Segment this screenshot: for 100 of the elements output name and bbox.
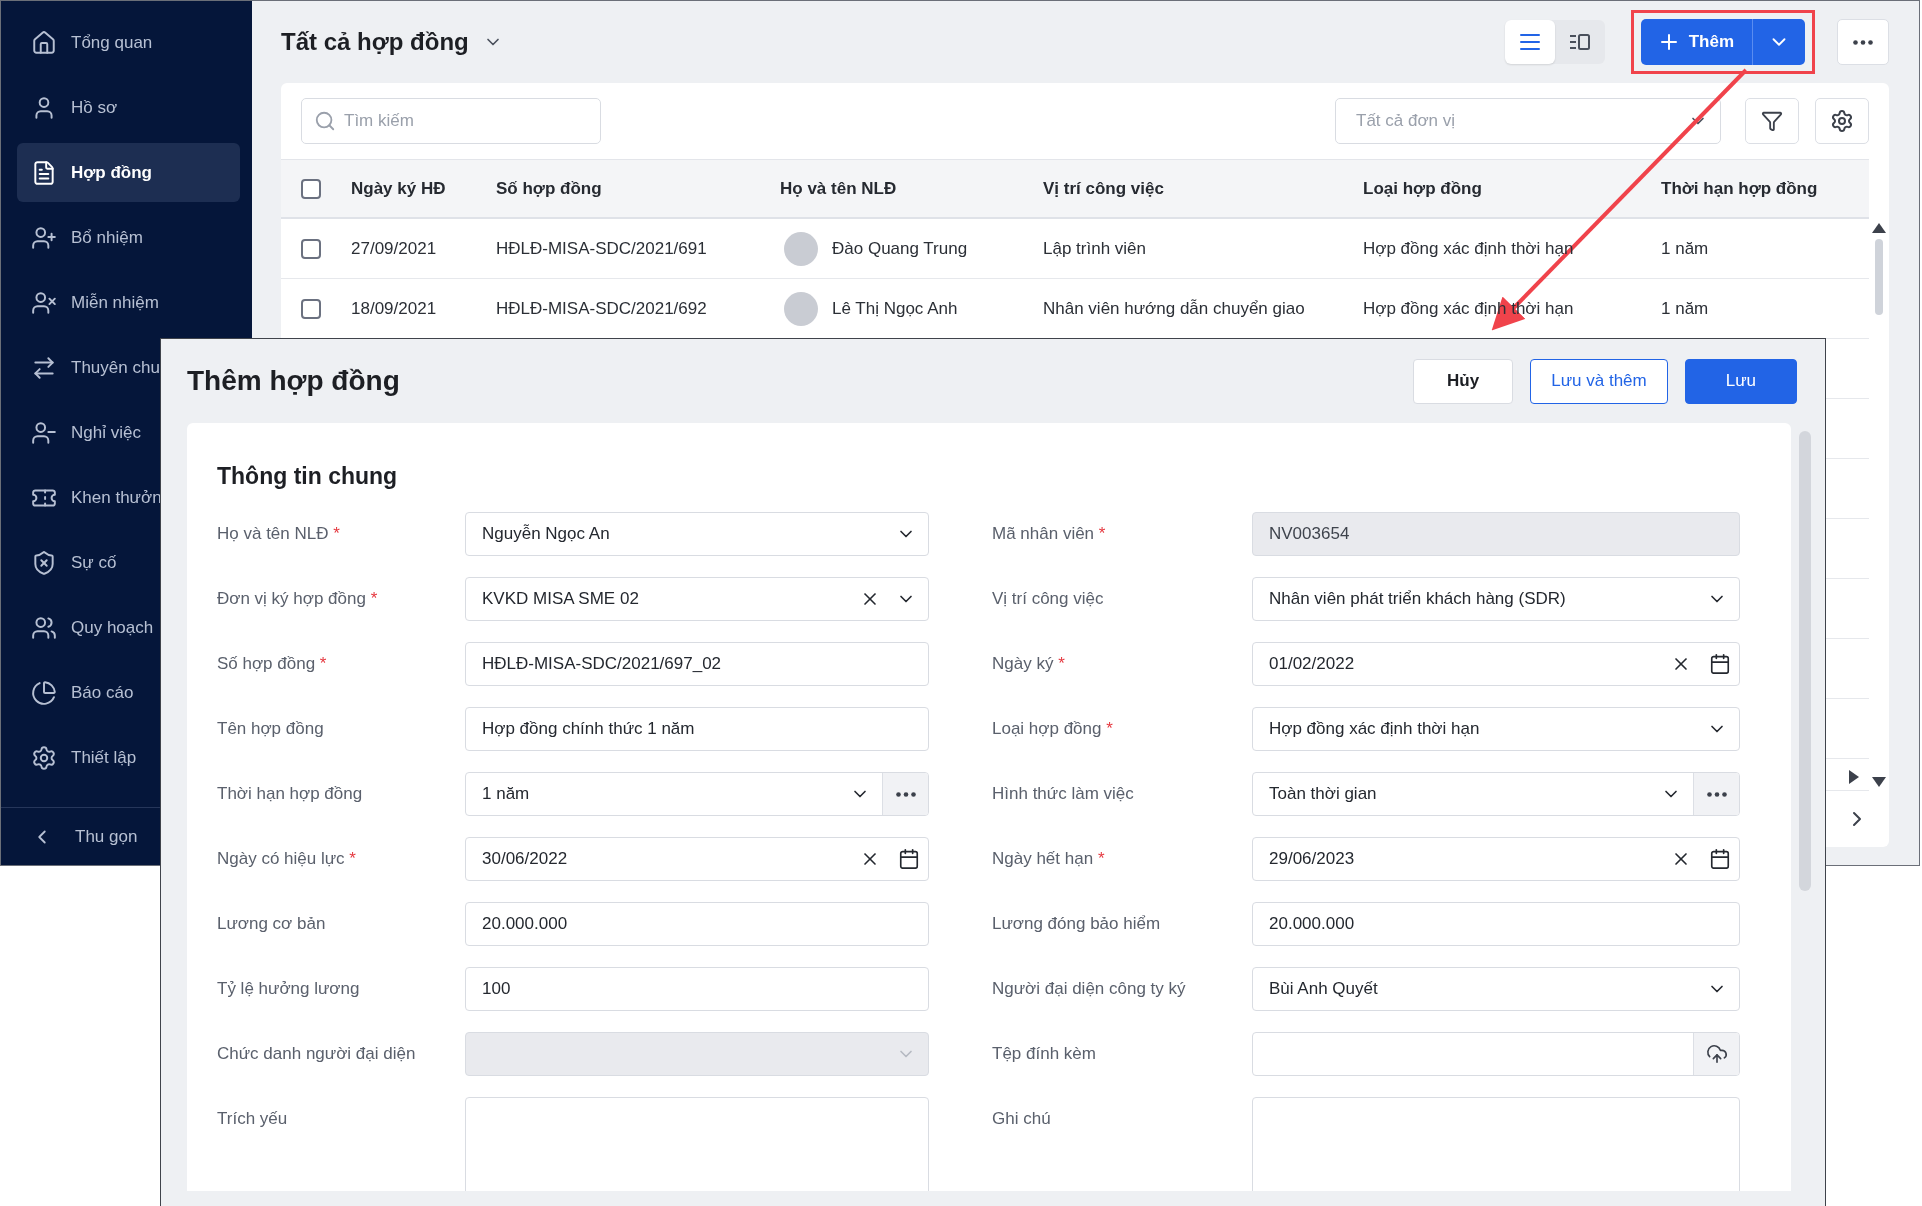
text-field[interactable]: 100 (465, 967, 929, 1011)
field-label: Đơn vị ký hợp đồng * (217, 589, 379, 609)
upload-button[interactable] (1693, 1033, 1739, 1075)
dialog-title: Thêm hợp đồng (187, 365, 401, 397)
text-field[interactable]: 20.000.000 (1252, 902, 1740, 946)
checkbox[interactable] (301, 178, 321, 199)
arrows-icon (31, 354, 57, 381)
text-field[interactable]: Hợp đồng chính thức 1 năm (465, 707, 929, 751)
more-button[interactable] (882, 773, 928, 815)
field-label: Hình thức làm việc (992, 784, 1135, 804)
table-cell: Lê Thị Ngọc Anh (832, 298, 958, 319)
more-icon (1853, 39, 1873, 45)
field-label: Số hợp đồng * (217, 654, 328, 674)
date-field[interactable]: 01/02/2022 (1252, 642, 1740, 686)
dialog-button[interactable]: Lưu (1684, 358, 1797, 404)
filter-icon (1761, 110, 1783, 132)
more-icon (895, 791, 916, 797)
dialog-button[interactable]: Lưu và thêm (1530, 358, 1668, 404)
textarea-field[interactable] (465, 1097, 929, 1191)
field-label: Tên hợp đồng (217, 719, 325, 739)
cloud-upload-icon (1705, 1043, 1728, 1065)
column-header[interactable]: Họ và tên NLĐ (780, 178, 1043, 199)
calendar-icon[interactable] (898, 848, 920, 870)
select-field[interactable]: KVKD MISA SME 02 (465, 577, 929, 621)
more-icon (1706, 791, 1727, 797)
sidebar-item[interactable]: Hồ sơ (17, 78, 240, 137)
more-button[interactable] (1693, 773, 1739, 815)
dialog-button[interactable]: Hủy (1413, 358, 1514, 404)
field-label: Lương cơ bản (217, 914, 327, 934)
table-cell: Đào Quang Trung (832, 238, 968, 259)
column-header[interactable]: Vị trí công việc (1043, 178, 1363, 199)
column-header[interactable]: Loại hợp đồng (1363, 178, 1661, 199)
select-field[interactable]: Toàn thời gian (1252, 772, 1740, 816)
shield-icon (31, 549, 57, 576)
view-toggle[interactable] (1504, 20, 1555, 64)
settings-button[interactable] (1815, 98, 1869, 144)
table-cell-text: Hợp đồng xác định thời hạn (1363, 238, 1575, 259)
sidebar-item[interactable]: Hợp đồng (17, 143, 240, 202)
scroll-down-icon[interactable] (1872, 777, 1886, 787)
table-cell-text: 18/09/2021 (351, 298, 438, 319)
field-label: Trích yếu (217, 1108, 289, 1129)
date-field[interactable]: 30/06/2022 (465, 837, 929, 881)
field-label: Mã nhân viên * (992, 524, 1107, 544)
field-label: Tỷ lệ hưởng lương (217, 979, 361, 999)
section-title: Thông tin chung (217, 463, 399, 490)
calendar-icon[interactable] (1709, 848, 1731, 870)
table-cell-text: Nhân viên hướng dẫn chuyển giao (1043, 298, 1306, 319)
table-cell-text: Lập trình viên (1043, 238, 1147, 259)
field-label: Chức danh người đại diện (217, 1044, 417, 1064)
add-button[interactable]: Thêm (1640, 19, 1753, 65)
scrollbar[interactable] (1799, 431, 1811, 891)
column-header[interactable]: Số hợp đồng (496, 178, 780, 199)
textarea-field[interactable] (1252, 1097, 1740, 1191)
sidebar-item[interactable]: Miễn nhiệm (17, 273, 240, 332)
column-header[interactable]: Ngày ký HĐ (351, 178, 496, 199)
settings-icon (31, 744, 57, 771)
split-view-icon (1567, 32, 1592, 52)
page-title[interactable]: Tất cả hợp đồng (281, 28, 469, 56)
home-icon (31, 29, 57, 56)
user-plus-icon (31, 224, 57, 251)
search-icon (314, 110, 336, 132)
calendar-icon[interactable] (1709, 653, 1731, 675)
column-header[interactable]: Thời hạn hợp đồng (1661, 178, 1869, 199)
field-label: Họ và tên NLĐ * (217, 524, 341, 544)
select-field[interactable]: Bùi Anh Quyết (1252, 967, 1740, 1011)
table-cell-text: HĐLĐ-MISA-SDC/2021/691 (496, 238, 708, 259)
text-field[interactable]: 20.000.000 (465, 902, 929, 946)
field-label: Loại hợp đồng * (992, 719, 1114, 739)
users-icon (31, 614, 57, 641)
sidebar-item[interactable]: Tổng quan (17, 13, 240, 72)
field-label: Ghi chú (992, 1108, 1052, 1129)
user-minus-icon (31, 419, 57, 446)
settings-icon (1830, 109, 1854, 133)
scroll-right-icon[interactable] (1849, 769, 1859, 784)
select-field[interactable]: 1 năm (465, 772, 929, 816)
text-field[interactable]: HĐLĐ-MISA-SDC/2021/697_02 (465, 642, 929, 686)
sidebar-item[interactable]: Bổ nhiệm (17, 208, 240, 267)
field-label: Vị trí công việc (992, 589, 1105, 609)
field-label: Người đại diện công ty ký (992, 979, 1187, 999)
user-x-icon (31, 289, 57, 316)
field-label: Tệp đính kèm (992, 1044, 1097, 1064)
table-cell-text: 1 năm (1661, 298, 1710, 319)
checkbox[interactable] (301, 238, 321, 259)
select-field[interactable]: Hợp đồng xác định thời hạn (1252, 707, 1740, 751)
scrollbar-thumb[interactable] (1875, 239, 1883, 315)
table-cell-text: 27/09/2021 (351, 238, 438, 259)
scroll-up-icon[interactable] (1872, 223, 1886, 233)
checkbox[interactable] (301, 298, 321, 319)
pie-chart-icon (31, 679, 57, 706)
field-label: Ngày ký * (992, 654, 1066, 674)
field-label: Thời hạn hợp đồng (217, 784, 364, 804)
field-label: Lương đóng bảo hiểm (992, 914, 1162, 934)
filter-button[interactable] (1745, 98, 1799, 144)
avatar (784, 291, 818, 326)
date-field[interactable]: 29/06/2023 (1252, 837, 1740, 881)
select-field[interactable]: Nhân viên phát triển khách hàng (SDR) (1252, 577, 1740, 621)
select-field[interactable]: Nguyễn Ngọc An (465, 512, 929, 556)
file-field[interactable] (1252, 1032, 1740, 1076)
field-label: Ngày hết hạn * (992, 849, 1106, 869)
sidebar-item[interactable]: Nghỉ việc (17, 403, 240, 462)
